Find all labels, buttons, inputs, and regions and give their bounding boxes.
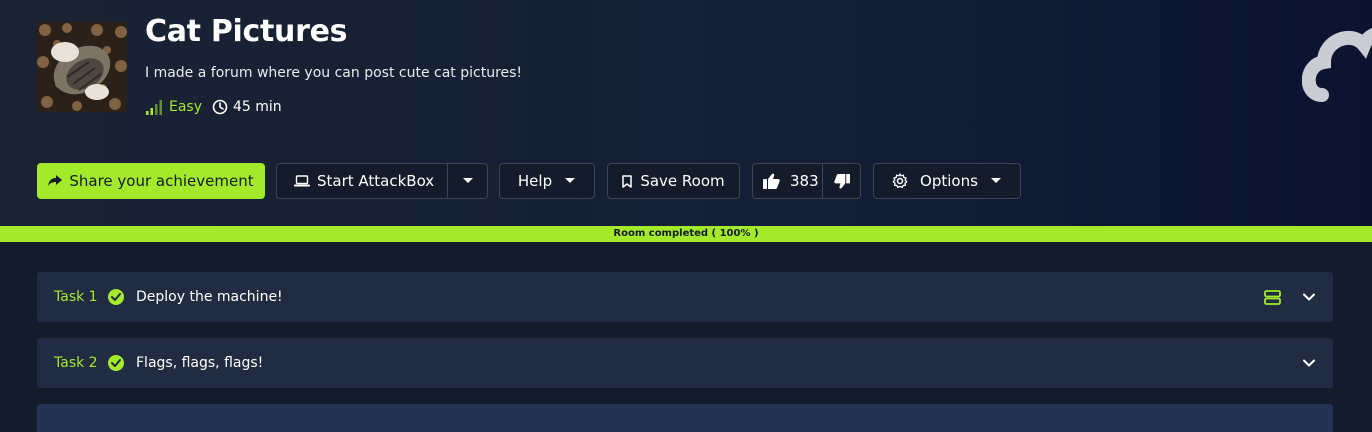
chevron-down-icon — [990, 178, 1001, 183]
chevron-down-icon[interactable] — [1303, 359, 1315, 367]
options-label: Options — [920, 172, 978, 190]
share-label: Share your achievement — [69, 172, 254, 190]
chevron-down-icon[interactable] — [1303, 293, 1315, 301]
laptop-icon — [294, 175, 310, 187]
room-progress-bar: Room completed ( 100% ) — [0, 226, 1372, 242]
chevron-down-icon — [565, 178, 576, 183]
task-number: Task 1 — [54, 289, 98, 305]
help-label: Help — [517, 172, 553, 190]
chevron-down-icon — [462, 178, 473, 183]
room-header: Cat Pictures I made a forum where you ca… — [0, 0, 1372, 227]
check-icon — [108, 289, 124, 305]
share-icon — [48, 175, 63, 186]
progress-label: Room completed ( 100% ) — [613, 228, 759, 239]
difficulty-label: Easy — [169, 99, 203, 115]
vote-button-group: 383 — [752, 163, 861, 199]
clock-icon — [212, 99, 228, 115]
attackbox-button-group: Start AttackBox — [276, 163, 488, 199]
task-title: Flags, flags, flags! — [136, 355, 264, 371]
cloud-icon — [1302, 28, 1372, 102]
task-3-partial[interactable] — [37, 404, 1333, 432]
room-thumbnail — [37, 22, 127, 112]
thumbs-down-icon — [834, 173, 850, 188]
room-description: I made a forum where you can post cute c… — [145, 65, 523, 81]
upvote-button[interactable]: 383 — [753, 164, 824, 198]
thumbs-up-icon — [763, 173, 780, 189]
task-2[interactable]: Task 2 Flags, flags, flags! — [37, 338, 1333, 388]
task-title: Deploy the machine! — [136, 289, 283, 305]
save-room-button[interactable]: Save Room — [607, 163, 740, 199]
options-button[interactable]: Options — [873, 163, 1021, 199]
server-icon[interactable] — [1264, 289, 1281, 305]
start-attackbox-button[interactable]: Start AttackBox — [277, 164, 447, 198]
signal-icon — [146, 100, 162, 115]
task-1[interactable]: Task 1 Deploy the machine! — [37, 272, 1333, 322]
upvote-count: 383 — [790, 172, 819, 190]
duration-label: 45 min — [233, 99, 282, 115]
room-meta: Easy 45 min — [145, 99, 282, 115]
share-achievement-button[interactable]: Share your achievement — [37, 163, 265, 199]
downvote-button[interactable] — [823, 164, 860, 198]
task-number: Task 2 — [54, 355, 98, 371]
attackbox-dropdown-toggle[interactable] — [447, 164, 487, 198]
gear-icon — [892, 173, 908, 189]
help-button[interactable]: Help — [499, 163, 595, 199]
attackbox-label: Start AttackBox — [317, 172, 435, 190]
room-title: Cat Pictures — [145, 14, 348, 49]
save-label: Save Room — [640, 172, 725, 190]
check-icon — [108, 355, 124, 371]
bookmark-icon — [622, 174, 633, 188]
